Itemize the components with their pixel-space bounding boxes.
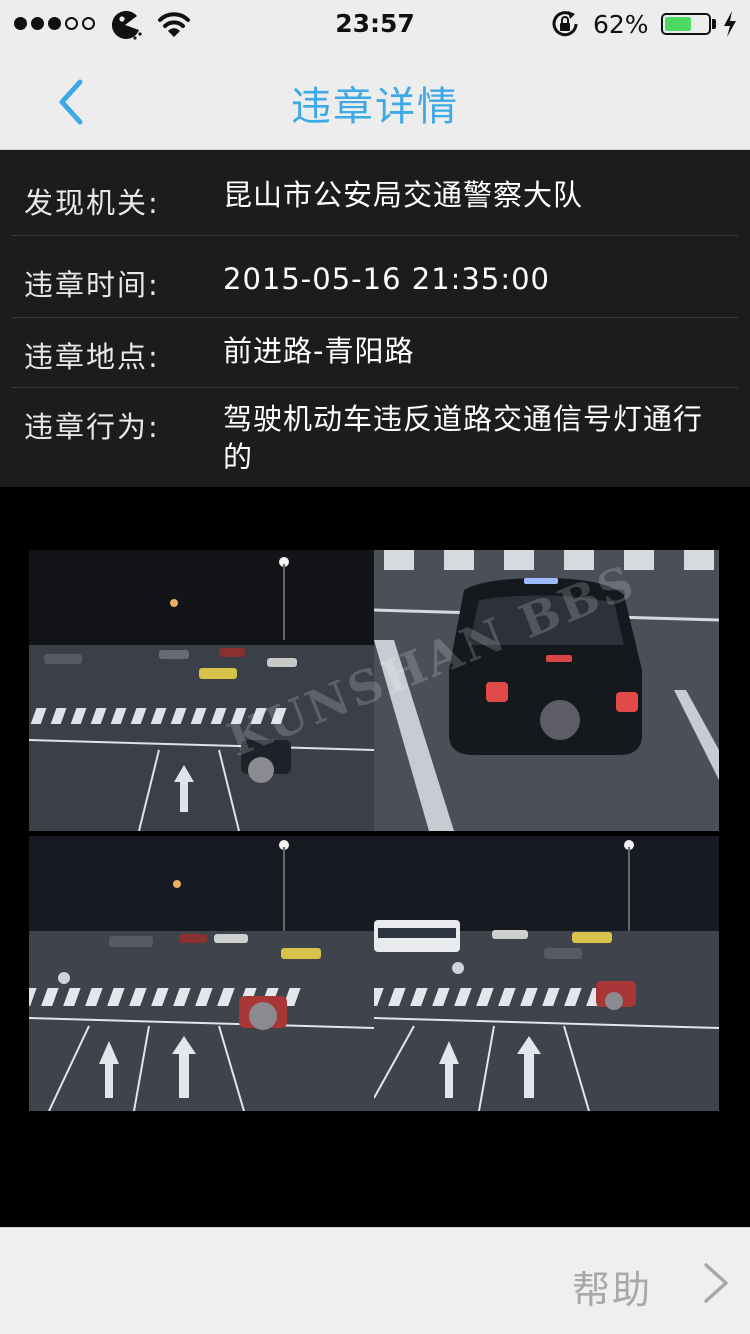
bottom-bar: 帮助 [0,1227,750,1334]
violation-photo-2[interactable] [374,550,719,831]
battery-percent: 62% [593,10,649,39]
behavior-label: 违章行为: [24,410,160,444]
info-row-location: 违章地点: 前进路-青阳路 [12,318,738,388]
time-label: 违章时间: [24,268,160,302]
location-value: 前进路-青阳路 [223,334,415,368]
behavior-value: 驾驶机动车违反道路交通信号灯通行的 [223,402,704,474]
help-label: 帮助 [572,1268,653,1312]
agency-value: 昆山市公安局交通警察大队 [223,178,584,212]
time-value: 2015-05-16 21:35:00 [223,262,550,296]
location-label: 违章地点: [24,340,160,374]
chevron-right-icon [704,1263,728,1303]
help-button[interactable]: 帮助 [560,1253,740,1313]
battery-icon [661,13,711,35]
info-row-agency: 发现机关: 昆山市公安局交通警察大队 [12,150,738,236]
violation-photos: KUNSHAN BBS [0,487,750,1227]
page-title: 违章详情 [291,84,459,130]
violation-photo-1[interactable] [29,550,374,831]
agency-label: 发现机关: [24,186,160,220]
charging-bolt-icon [724,11,736,37]
info-row-time: 违章时间: 2015-05-16 21:35:00 [12,236,738,318]
violation-info-panel: 发现机关: 昆山市公安局交通警察大队 违章时间: 2015-05-16 21:3… [0,150,750,487]
info-row-behavior: 违章行为: 驾驶机动车违反道路交通信号灯通行的 [12,388,738,487]
violation-photo-4[interactable] [374,836,719,1111]
battery-tip [712,19,716,29]
status-bar: 23:57 62% [0,0,750,50]
rotation-lock-icon [552,11,578,37]
navigation-bar: 违章详情 [0,50,750,150]
violation-photo-3[interactable] [29,836,374,1111]
